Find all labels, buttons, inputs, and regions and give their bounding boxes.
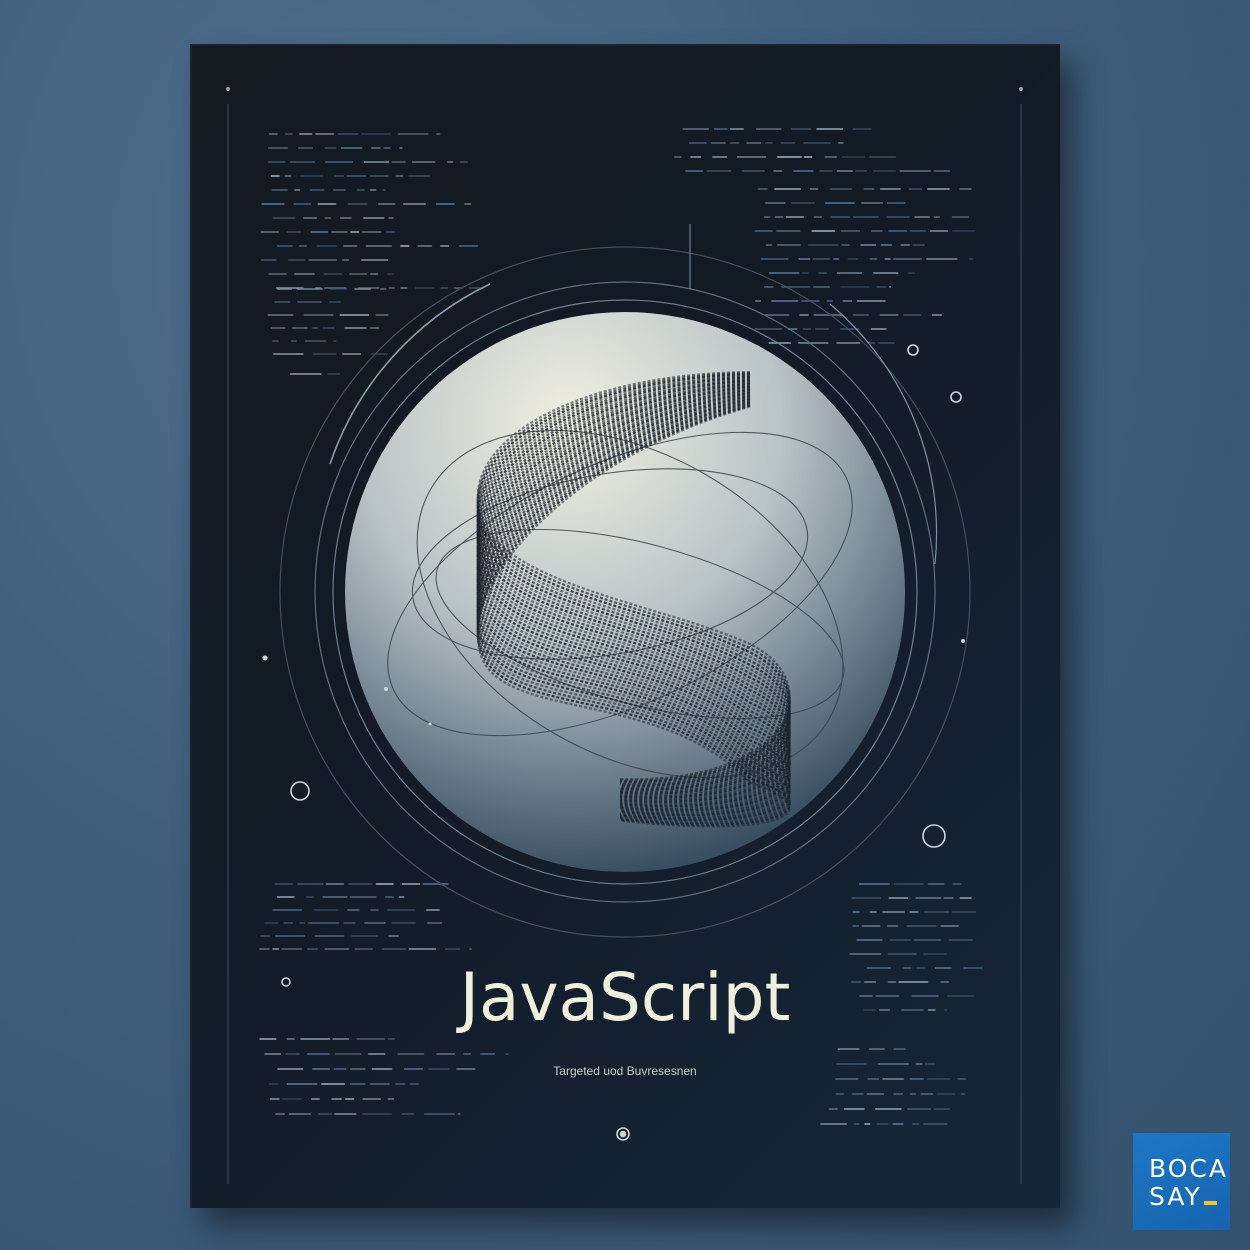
book-cover: JavaScript Targeted uod Buvresesnen bbox=[190, 44, 1060, 1208]
logo-line-2: SAY bbox=[1149, 1182, 1202, 1211]
logo-line-1: BOCA bbox=[1149, 1154, 1228, 1183]
bocasay-logo: BOCA SAY bbox=[1133, 1133, 1230, 1230]
book-subtitle: Targeted uod Buvresesnen bbox=[553, 1064, 697, 1078]
logo-cursor-icon bbox=[1203, 1201, 1217, 1205]
book-title: JavaScript bbox=[459, 959, 791, 1036]
